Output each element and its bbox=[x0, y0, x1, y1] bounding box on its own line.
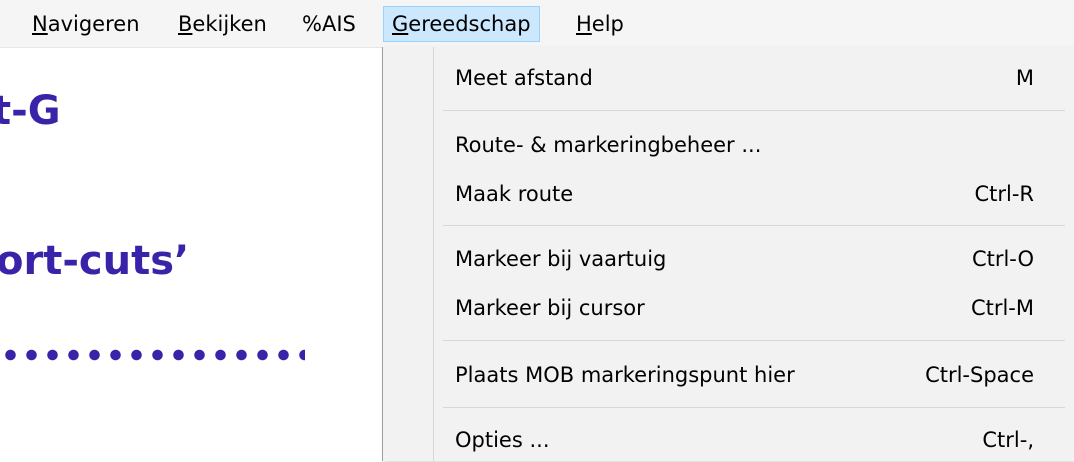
menu-item-shortcut: Ctrl-Space bbox=[925, 363, 1034, 387]
menu-item-shortcut: Ctrl-M bbox=[970, 296, 1034, 320]
menu-item-label: Meet afstand bbox=[455, 66, 593, 90]
menu-item-opties[interactable]: Opties ... Ctrl-, bbox=[383, 420, 1074, 462]
menu-item-shortcut: M bbox=[1015, 66, 1034, 90]
menu-separator bbox=[443, 110, 1065, 111]
menu-item-plaats-mob[interactable]: Plaats MOB markeringspunt hier Ctrl-Spac… bbox=[383, 355, 1074, 397]
menu-accel: H bbox=[576, 12, 592, 36]
menu-item-maak-route[interactable]: Maak route Ctrl-R bbox=[383, 174, 1074, 216]
menu-item-shortcut: Ctrl-, bbox=[982, 428, 1034, 452]
slide-text-line-1: t-G bbox=[0, 88, 61, 134]
menu-ais[interactable]: %AIS bbox=[294, 6, 364, 42]
menu-bar: Navigeren Bekijken %AIS Gereedschap Help bbox=[0, 0, 1074, 48]
menu-bekijken[interactable]: Bekijken bbox=[170, 6, 275, 42]
menu-item-label: Markeer bij cursor bbox=[455, 296, 645, 320]
menu-separator bbox=[443, 225, 1065, 226]
menu-accel: N bbox=[32, 12, 48, 36]
menu-item-shortcut: Ctrl-R bbox=[974, 182, 1034, 206]
menu-item-label: Markeer bij vaartuig bbox=[455, 247, 667, 271]
menu-item-meet-afstand[interactable]: Meet afstand M bbox=[383, 58, 1074, 100]
menu-item-label: Opties ... bbox=[455, 428, 550, 452]
menu-accel: B bbox=[178, 12, 193, 36]
menu-item-label: Plaats MOB markeringspunt hier bbox=[455, 363, 795, 387]
menu-item-markeer-bij-cursor[interactable]: Markeer bij cursor Ctrl-M bbox=[383, 288, 1074, 330]
menu-gereedschap[interactable]: Gereedschap bbox=[383, 6, 540, 42]
menu-label: ekijken bbox=[192, 12, 267, 36]
menu-label: avigeren bbox=[47, 12, 140, 36]
menu-accel: G bbox=[392, 12, 409, 36]
menu-item-route-markeringbeheer[interactable]: Route- & markeringbeheer ... bbox=[383, 125, 1074, 167]
menu-item-label: Maak route bbox=[455, 182, 574, 206]
menu-item-label: Route- & markeringbeheer ... bbox=[455, 133, 762, 157]
menu-item-markeer-bij-vaartuig[interactable]: Markeer bij vaartuig Ctrl-O bbox=[383, 239, 1074, 281]
menu-label: %AIS bbox=[302, 12, 356, 36]
slide-text-line-2: ort-cuts’ bbox=[0, 238, 190, 284]
menu-separator bbox=[443, 407, 1065, 408]
menu-help[interactable]: Help bbox=[568, 6, 632, 42]
menu-label: elp bbox=[591, 12, 624, 36]
menu-separator bbox=[443, 340, 1065, 341]
dotted-line bbox=[0, 348, 305, 362]
menu-item-shortcut: Ctrl-O bbox=[971, 247, 1034, 271]
gereedschap-dropdown: Meet afstand M Route- & markeringbeheer … bbox=[382, 47, 1074, 461]
menu-navigeren[interactable]: Navigeren bbox=[24, 6, 148, 42]
menu-label: ereedschap bbox=[408, 12, 531, 36]
